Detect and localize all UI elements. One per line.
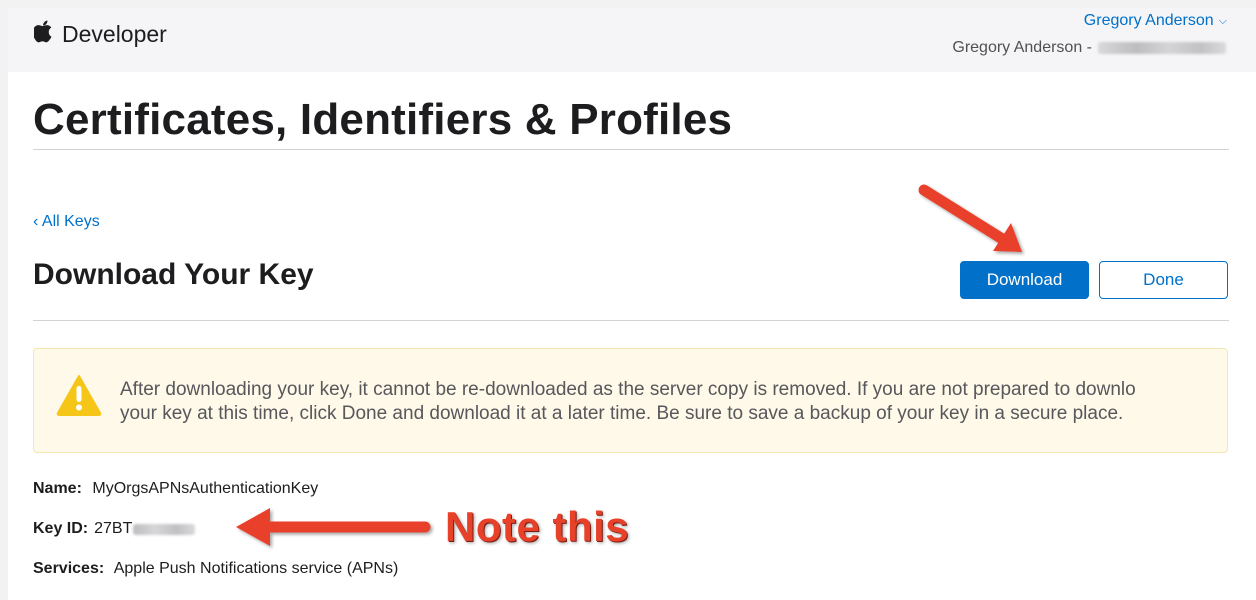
- back-link-label: All Keys: [41, 213, 100, 230]
- account-name: Gregory Anderson: [1083, 12, 1214, 29]
- alert-line-2: your key at this time, click Done and do…: [120, 403, 1124, 424]
- alert-line-1: After downloading your key, it cannot be…: [120, 379, 1136, 400]
- chevron-left-icon: ‹: [33, 213, 39, 230]
- title-divider: [33, 149, 1229, 150]
- warning-icon: [56, 374, 102, 416]
- key-id-value: 27BT: [94, 520, 133, 537]
- redacted-key-id: [133, 523, 196, 535]
- warning-alert: After downloading your key, it cannot be…: [33, 348, 1228, 453]
- back-to-all-keys-link[interactable]: ‹ All Keys: [33, 213, 100, 231]
- done-button[interactable]: Done: [1099, 261, 1228, 299]
- note-this-annotation: Note this: [445, 503, 630, 550]
- key-id-row: Key ID: 27BT: [33, 520, 196, 538]
- page-container: Developer Gregory Anderson ⌵ Gregory And…: [8, 8, 1256, 600]
- key-services-label: Services:: [33, 560, 105, 577]
- chevron-down-icon: ⌵: [1218, 14, 1227, 27]
- key-name-value: MyOrgsAPNsAuthenticationKey: [92, 480, 319, 497]
- alert-message: After downloading your key, it cannot be…: [120, 378, 1227, 426]
- account-menu[interactable]: Gregory Anderson ⌵: [1084, 12, 1227, 30]
- team-name: Gregory Anderson -: [952, 39, 1092, 56]
- team-info: Gregory Anderson -: [952, 39, 1226, 57]
- section-title: Download Your Key: [33, 258, 314, 291]
- page-title: Certificates, Identifiers & Profiles: [33, 95, 733, 144]
- apple-logo-icon: [32, 20, 54, 48]
- section-divider: [33, 320, 1229, 321]
- key-name-label: Name:: [33, 480, 82, 497]
- key-name-row: Name: MyOrgsAPNsAuthenticationKey: [33, 480, 318, 498]
- brand-text: Developer: [62, 20, 167, 47]
- top-bar: Developer Gregory Anderson ⌵ Gregory And…: [8, 8, 1256, 72]
- key-services-value: Apple Push Notifications service (APNs): [113, 560, 399, 577]
- download-button[interactable]: Download: [960, 261, 1089, 299]
- key-services-row: Services: Apple Push Notifications servi…: [33, 560, 398, 578]
- redacted-team-id: [1098, 42, 1226, 54]
- brand-link[interactable]: Developer: [32, 20, 167, 48]
- key-id-label: Key ID:: [33, 520, 89, 537]
